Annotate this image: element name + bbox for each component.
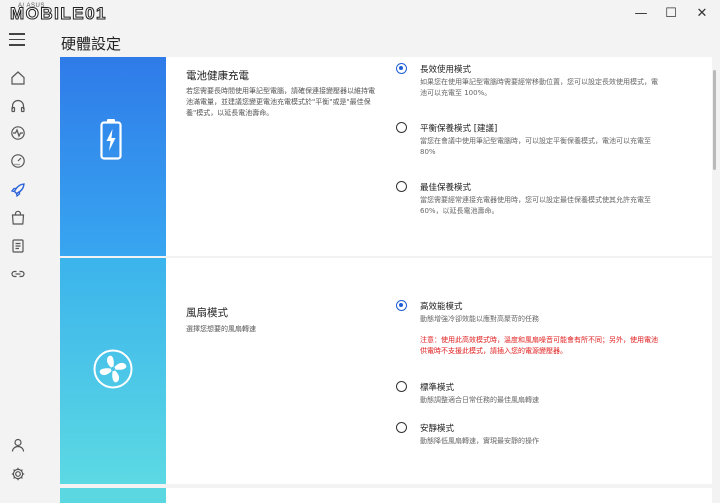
battery-section-desc: 若您需要長時間使用筆記型電腦，請確保連接變壓器以維持電池滿電量，並建議您變更電池… xyxy=(186,87,375,117)
next-card-banner xyxy=(60,488,166,503)
option-label: 安靜模式 xyxy=(420,424,455,434)
battery-option-maxcare[interactable]: 最佳保養模式 當您需要經常連接充電器使用時，您可以設定最佳保養模式使其允許充電至… xyxy=(396,181,658,226)
hamburger-menu-icon[interactable] xyxy=(9,33,25,47)
app-logo: A/ ASUS MOBILE01 xyxy=(9,2,107,24)
radio-standard[interactable] xyxy=(396,381,407,392)
radio-balanced[interactable] xyxy=(396,122,407,133)
option-desc: 如果您在使用筆記型電腦時需要經常移動位置，您可以設定長效使用模式，電池可以充電至… xyxy=(420,78,658,97)
scrollbar[interactable] xyxy=(713,70,716,170)
minimize-button[interactable]: — xyxy=(624,0,658,26)
fan-card-banner xyxy=(60,258,166,484)
option-desc: 當您在會議中使用筆記型電腦時，可以設定平衡保養模式，電池可以充電至 80% xyxy=(420,137,651,156)
gauge-icon[interactable] xyxy=(8,151,28,171)
next-card xyxy=(60,488,712,503)
close-button[interactable]: ✕ xyxy=(685,0,719,26)
radio-longlife[interactable] xyxy=(396,63,407,74)
radio-performance[interactable] xyxy=(396,300,407,311)
option-label: 長效使用模式 xyxy=(420,65,472,75)
option-desc: 動態調整適合日常任務的最佳風扇轉速 xyxy=(420,396,539,404)
activity-icon[interactable] xyxy=(8,123,28,143)
fan-section-title: 風扇模式 xyxy=(186,307,228,319)
fan-section-desc: 選擇您想要的風扇轉速 xyxy=(186,325,256,333)
battery-charging-icon xyxy=(100,119,122,160)
fan-icon xyxy=(93,349,133,389)
user-icon[interactable] xyxy=(8,435,28,455)
fan-option-standard[interactable]: 標準模式 動態調整適合日常任務的最佳風扇轉速 xyxy=(396,381,658,411)
bag-icon[interactable] xyxy=(8,208,28,228)
fan-option-silent[interactable]: 安靜模式 動態降低風扇轉速，實現最安靜的操作 xyxy=(396,422,658,452)
sidebar xyxy=(0,60,36,503)
option-desc: 當您需要經常連接充電器使用時，您可以設定最佳保養模式使其允許充電至60%，以延長… xyxy=(420,196,651,215)
rocket-icon[interactable] xyxy=(8,180,28,200)
performance-warning: 注意：使用此高效模式時，溫度和風扇噪音可能會有所不同；另外，使用電池供電時不支援… xyxy=(420,336,658,355)
battery-option-longlife[interactable]: 長效使用模式 如果您在使用筆記型電腦時需要經常移動位置，您可以設定長效使用模式，… xyxy=(396,63,658,113)
settings-content: 電池健康充電 若您需要長時間使用筆記型電腦，請確保連接變壓器以維持電池滿電量，並… xyxy=(60,57,712,503)
home-icon[interactable] xyxy=(8,68,28,88)
option-desc: 動態增強冷卻效能以應對高聚苛的任務 xyxy=(420,315,539,323)
option-desc: 動態降低風扇轉速，實現最安靜的操作 xyxy=(420,437,539,445)
page-title: 硬體設定 xyxy=(61,35,122,53)
option-label: 最佳保養模式 xyxy=(420,183,472,193)
fan-option-performance[interactable]: 高效能模式 動態增強冷卻效能以應對高聚苛的任務 注意：使用此高效模式時，溫度和風… xyxy=(396,300,658,375)
settings-icon[interactable] xyxy=(8,464,28,484)
option-label: 高效能模式 xyxy=(420,302,463,312)
battery-section-title: 電池健康充電 xyxy=(186,70,249,82)
radio-silent[interactable] xyxy=(396,422,407,433)
document-icon[interactable] xyxy=(8,236,28,256)
battery-card: 電池健康充電 若您需要長時間使用筆記型電腦，請確保連接變壓器以維持電池滿電量，並… xyxy=(60,57,712,256)
option-label: 標準模式 xyxy=(420,383,455,393)
title-bar: A/ ASUS MOBILE01 — ☐ ✕ xyxy=(0,0,720,26)
radio-maxcare[interactable] xyxy=(396,181,407,192)
maximize-button[interactable]: ☐ xyxy=(654,0,688,26)
headset-icon[interactable] xyxy=(8,96,28,116)
battery-option-balanced[interactable]: 平衡保養模式 [建議] 當您在會議中使用筆記型電腦時，可以設定平衡保養模式，電池… xyxy=(396,122,658,167)
logo-small-text: A/ ASUS xyxy=(18,3,45,9)
option-label: 平衡保養模式 [建議] xyxy=(420,124,498,134)
fan-card: 風扇模式 選擇您想要的風扇轉速 高效能模式 動態增強冷卻效能以應對高聚苛的任務 … xyxy=(60,258,712,484)
battery-card-banner xyxy=(60,57,166,256)
link-icon[interactable] xyxy=(8,264,28,284)
